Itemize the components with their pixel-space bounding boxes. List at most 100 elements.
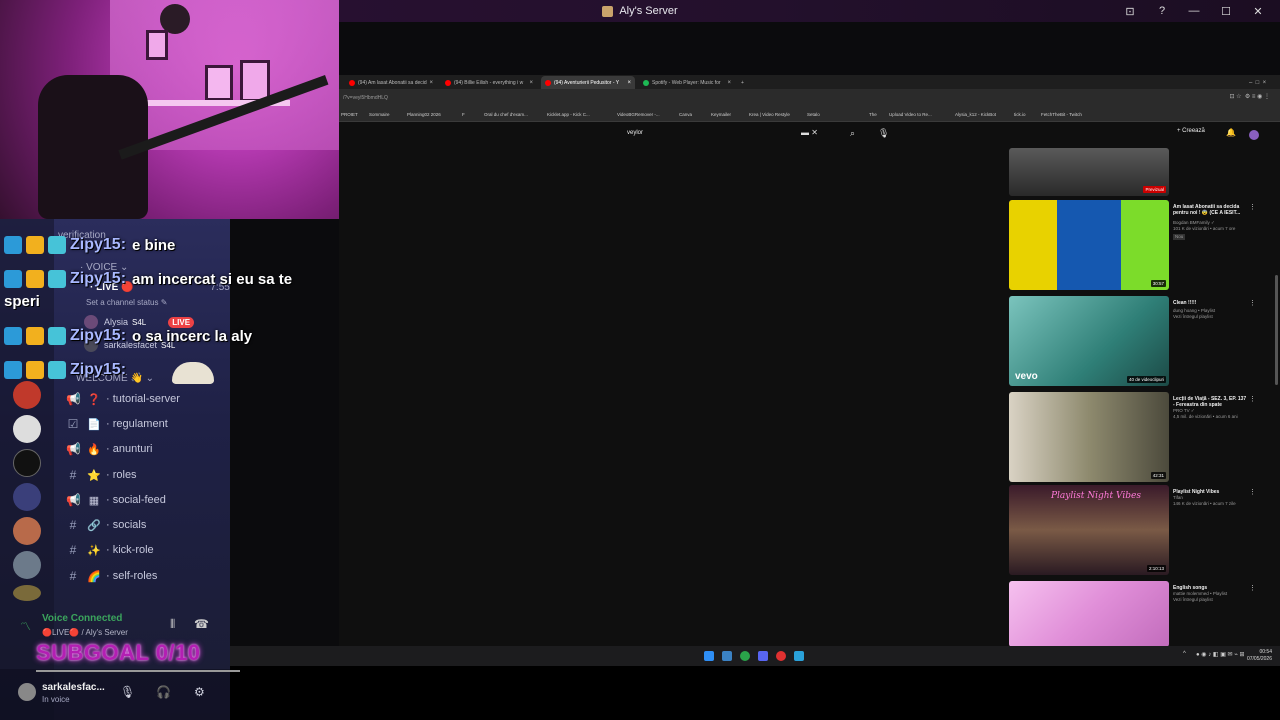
address-bar[interactable]: /?v=veyl5HbmdHLQ ⊡ ☆ ⚙ ≡ ◉ ⋮ [339, 89, 1280, 108]
more-options-icon[interactable]: ⋮ [1249, 584, 1256, 592]
avatar[interactable] [18, 683, 36, 701]
clear-search-icon[interactable]: ▬ ✕ [801, 128, 818, 137]
voice-connected-channel[interactable]: 🔴LIVE🔴 / Aly's Server [42, 628, 128, 637]
browser-toolbar-icons[interactable]: ⊡ ☆ ⚙ ≡ ◉ ⋮ [1229, 93, 1270, 100]
channel-regulament[interactable]: ☑ 📄 · regulament [66, 413, 226, 435]
video-thumbnail[interactable]: vevo 40 de videoclipuri [1009, 296, 1169, 386]
start-icon[interactable] [704, 651, 714, 661]
channel-socials[interactable]: # 🔗 · socials [66, 514, 226, 536]
video-item[interactable]: Previzual [1009, 148, 1254, 196]
gear-icon[interactable]: ⚙ [194, 685, 205, 699]
video-title[interactable]: Lecții de Viață - SEZ. 3, EP. 137 - Fere… [1173, 396, 1249, 408]
notifications-icon[interactable]: 🔔 [1226, 128, 1236, 137]
scrollbar[interactable] [1275, 275, 1278, 385]
video-title[interactable]: Clean !!!!! [1173, 300, 1249, 306]
video-thumbnail[interactable] [1009, 581, 1169, 647]
server-icon[interactable] [13, 449, 41, 477]
bookmark[interactable]: F [462, 112, 465, 117]
search-icon[interactable]: ⌕ [850, 128, 855, 139]
avatar[interactable] [1249, 130, 1259, 140]
more-options-icon[interactable]: ⋮ [1249, 203, 1256, 211]
more-options-icon[interactable]: ⋮ [1249, 299, 1256, 307]
view-playlist-link[interactable]: Vezi întregul playlist [1173, 597, 1249, 603]
server-icon[interactable] [13, 585, 41, 601]
bookmark[interactable]: Planning02 2026 [407, 112, 441, 117]
server-icon[interactable] [13, 551, 41, 579]
inbox-icon[interactable]: ⊡ [1122, 5, 1138, 18]
close-tab-icon[interactable]: × [429, 80, 433, 86]
username[interactable]: sarkalesfac... [42, 682, 105, 693]
video-thumbnail[interactable]: 42:31 [1009, 392, 1169, 482]
new-tab-button[interactable]: + [737, 76, 747, 89]
channel-kick-role[interactable]: # ✨ · kick-role [66, 539, 226, 561]
help-icon[interactable]: ? [1154, 5, 1170, 17]
create-button[interactable]: + Creează [1177, 128, 1205, 134]
close-tab-icon[interactable]: × [529, 80, 533, 86]
browser-tab[interactable]: (94) Billie Eilish - everything i w × [441, 76, 537, 89]
video-item[interactable]: vevo 40 de videoclipuri Clean !!!!! dung… [1009, 296, 1256, 386]
channel-anunturi[interactable]: 📢 🔥 · anunturi [66, 438, 226, 460]
bookmark[interactable]: FetchTheBit - Twitch [1041, 112, 1082, 117]
bookmark[interactable]: Upload Video to Re... [889, 112, 932, 117]
more-options-icon[interactable]: ⋮ [1249, 488, 1256, 496]
crown-badge-icon [26, 327, 44, 345]
discord-icon[interactable] [758, 651, 768, 661]
channel-social-feed[interactable]: 📢 ▦ · social-feed [66, 489, 226, 511]
channel-tutorial-server[interactable]: 📢 ❓ · tutorial-server [66, 388, 226, 410]
more-options-icon[interactable]: ⋮ [1249, 395, 1256, 403]
bookmark[interactable]: Canva [679, 112, 692, 117]
server-icon[interactable] [13, 517, 41, 545]
bookmark[interactable]: Setalo [807, 112, 820, 117]
tray-chevron-icon[interactable]: ^ [1183, 651, 1186, 657]
signal-icon[interactable]: 〽 [20, 618, 31, 634]
close-tab-icon[interactable]: × [627, 80, 631, 86]
video-item[interactable]: 30:57 Am lasat Abonatii sa decida pentru… [1009, 200, 1256, 290]
maximize-button[interactable]: ☐ [1218, 5, 1234, 18]
minimize-button[interactable]: — [1186, 5, 1202, 17]
video-item[interactable]: 42:31 Lecții de Viață - SEZ. 3, EP. 137 … [1009, 392, 1256, 482]
video-item[interactable]: Playlist Night Vibes 2:10:13 Playlist Ni… [1009, 485, 1256, 575]
bookmark[interactable]: Alysia_k12 - KickBot [955, 112, 996, 117]
bookmark[interactable]: Kicklet.app - Kick C... [547, 112, 590, 117]
bookmark[interactable]: Oral du chef d'exam... [484, 112, 528, 117]
noise-suppression-icon[interactable]: ⦀ [170, 617, 175, 632]
browser-tab[interactable]: (94) Am lasat Abonatii sa decid × [345, 76, 437, 89]
browser-window-controls[interactable]: – □ × [1245, 76, 1279, 89]
chrome-icon[interactable] [740, 651, 750, 661]
bookmark[interactable]: VideoBGRemover -... [617, 112, 660, 117]
server-icon[interactable] [13, 381, 41, 409]
disconnect-icon[interactable]: ☎ [194, 617, 209, 631]
obs-icon[interactable] [776, 651, 786, 661]
bookmark[interactable]: Sommaire [369, 112, 390, 117]
server-icon[interactable] [13, 415, 41, 443]
video-thumbnail[interactable]: 30:57 [1009, 200, 1169, 290]
channel-roles[interactable]: # ⭐ · roles [66, 464, 226, 486]
video-title[interactable]: Am lasat Abonatii sa decida pentru noi !… [1173, 204, 1249, 216]
bookmark[interactable]: tick.io [1014, 112, 1026, 117]
browser-tab[interactable]: Spotify - Web Player: Music for × [639, 76, 735, 89]
headphones-icon[interactable]: 🎧 [156, 685, 171, 699]
explorer-icon[interactable] [722, 651, 732, 661]
view-playlist-link[interactable]: Vezi întregul playlist [1173, 314, 1249, 320]
chat-username: Zipy15: [70, 327, 127, 344]
bookmark[interactable]: Keymailer [711, 112, 731, 117]
clock[interactable]: 00:54 07/05/2026 [1247, 649, 1272, 663]
video-item[interactable]: English songs mattie molemmed • Playlist… [1009, 581, 1256, 647]
video-thumbnail[interactable]: Playlist Night Vibes 2:10:13 [1009, 485, 1169, 575]
channel-status[interactable]: Set a channel status ✎ [86, 298, 167, 307]
bookmark[interactable]: The [869, 112, 877, 117]
microphone-icon[interactable]: 🎙 [878, 128, 889, 139]
bookmark[interactable]: PROIET [341, 112, 358, 117]
close-button[interactable]: ✕ [1250, 5, 1266, 18]
browser-tab-active[interactable]: (94) Aventurierii Pedusitor - Y × [541, 76, 635, 89]
youtube-search-box[interactable]: veylor ▬ ✕ [623, 127, 828, 141]
voice-connected-title[interactable]: Voice Connected [42, 613, 122, 624]
telegram-icon[interactable] [794, 651, 804, 661]
channel-self-roles[interactable]: # 🌈 · self-roles [66, 565, 226, 587]
system-tray-icons[interactable]: ● ◉ ♪ ◧ ▣ ✉ ⌁ ⊞ [1196, 651, 1245, 658]
server-icon[interactable] [13, 483, 41, 511]
bookmark[interactable]: Krea | Video Restyle [749, 112, 790, 117]
video-thumbnail[interactable]: Previzual [1009, 148, 1169, 196]
close-tab-icon[interactable]: × [727, 80, 731, 86]
microphone-icon[interactable]: 🎙 [120, 685, 135, 699]
